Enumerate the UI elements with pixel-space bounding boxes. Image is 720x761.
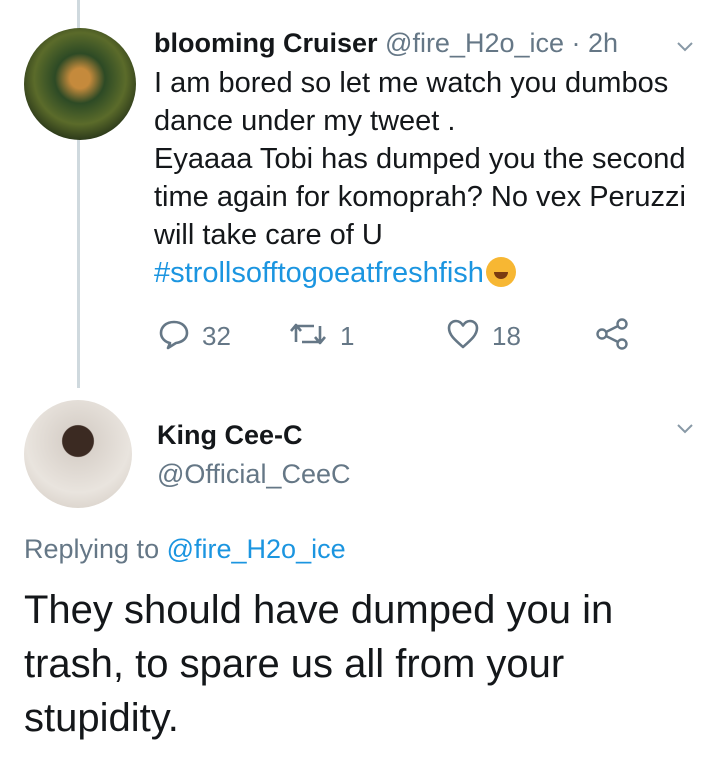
author-handle[interactable]: @fire_H2o_ice xyxy=(385,28,564,58)
reply-icon xyxy=(158,318,190,355)
author-handle[interactable]: @Official_CeeC xyxy=(157,459,350,490)
tweet-header: King Cee-C @Official_CeeC xyxy=(157,420,350,490)
tweet-line: Eyaaaa Tobi has dumped you the second ti… xyxy=(154,143,686,251)
like-count: 18 xyxy=(492,320,521,351)
retweet-button[interactable]: 1 xyxy=(288,318,354,354)
reply-count: 32 xyxy=(202,320,231,351)
tweet-time[interactable]: · 2h xyxy=(572,28,619,58)
retweet-count: 1 xyxy=(340,320,355,351)
chevron-down-icon[interactable] xyxy=(676,38,694,56)
avatar[interactable] xyxy=(24,400,132,508)
avatar[interactable] xyxy=(24,28,136,140)
tweet-header: blooming Cruiser @fire_H2o_ice · 2h xyxy=(154,28,618,59)
like-button[interactable]: 18 xyxy=(446,318,521,354)
author-name[interactable]: blooming Cruiser xyxy=(154,28,378,58)
share-button[interactable] xyxy=(595,317,629,355)
replying-handle-link[interactable]: @fire_H2o_ice xyxy=(167,534,346,564)
retweet-icon xyxy=(288,318,328,355)
tweet-text: They should have dumped you in trash, to… xyxy=(24,588,614,740)
tweet-line: I am bored so let me watch you dumbos da… xyxy=(154,67,669,137)
hashtag-link[interactable]: #strollsofftogoeatfreshfish xyxy=(154,257,484,289)
reply-button[interactable]: 32 xyxy=(158,318,231,354)
like-icon xyxy=(446,318,480,355)
replying-to: Replying to @fire_H2o_ice xyxy=(24,534,346,565)
author-name[interactable]: King Cee-C xyxy=(157,420,350,451)
chevron-down-icon[interactable] xyxy=(676,420,694,438)
hashtag-line: #strollsofftogoeatfreshfish xyxy=(154,254,706,292)
share-icon xyxy=(595,317,629,355)
tweet-actions: 32 1 18 xyxy=(154,317,674,355)
replying-label: Replying to xyxy=(24,534,160,564)
rolling-on-floor-laughing-emoji xyxy=(485,257,516,287)
tweet-text: I am bored so let me watch you dumbos da… xyxy=(154,64,706,292)
